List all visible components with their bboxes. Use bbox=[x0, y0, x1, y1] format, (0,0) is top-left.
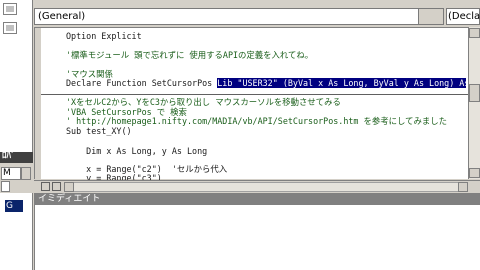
vertical-scrollbar[interactable] bbox=[468, 27, 480, 179]
code-line[interactable]: Option Explicit bbox=[66, 31, 466, 42]
procedure-combo-value: (Decla bbox=[448, 11, 480, 22]
editor-margin bbox=[35, 28, 41, 179]
chevron-down-icon[interactable] bbox=[21, 167, 31, 180]
properties-tab[interactable] bbox=[1, 181, 10, 192]
scroll-thumb[interactable] bbox=[469, 84, 480, 102]
procedure-view-icon[interactable] bbox=[41, 182, 50, 191]
properties-title: ﾛﾊﾟ bbox=[2, 151, 16, 161]
properties-selected-item[interactable]: G bbox=[5, 200, 23, 212]
code-line[interactable]: '標準モジュール 頭で忘れずに 使用するAPIの定義を入れてね。 bbox=[66, 50, 466, 61]
scroll-left-icon[interactable] bbox=[64, 182, 74, 192]
code-line[interactable]: Sub test_XY() bbox=[66, 126, 466, 137]
full-module-view-icon[interactable] bbox=[52, 182, 61, 191]
chevron-down-icon[interactable] bbox=[418, 8, 444, 25]
object-combo-value: (General) bbox=[38, 11, 86, 22]
scroll-down-icon[interactable] bbox=[469, 168, 480, 178]
code-line[interactable]: Declare Function SetCursorPos Lib "USER3… bbox=[66, 78, 466, 89]
scroll-up-icon[interactable] bbox=[469, 28, 480, 38]
selected-text[interactable]: Lib "USER32" (ByVal x As Long, ByVal y A… bbox=[217, 78, 466, 88]
immediate-window-title: イミディエイト bbox=[38, 194, 101, 204]
procedure-divider bbox=[41, 94, 468, 95]
tree-node-icon[interactable] bbox=[3, 3, 17, 15]
code-line[interactable]: Dim x As Long, y As Long bbox=[66, 146, 466, 157]
tree-node-icon[interactable] bbox=[3, 22, 17, 34]
immediate-window[interactable] bbox=[34, 205, 480, 270]
horizontal-scrollbar[interactable] bbox=[64, 182, 468, 192]
scroll-right-icon[interactable] bbox=[458, 182, 468, 192]
properties-object-combo[interactable]: M bbox=[1, 167, 21, 180]
